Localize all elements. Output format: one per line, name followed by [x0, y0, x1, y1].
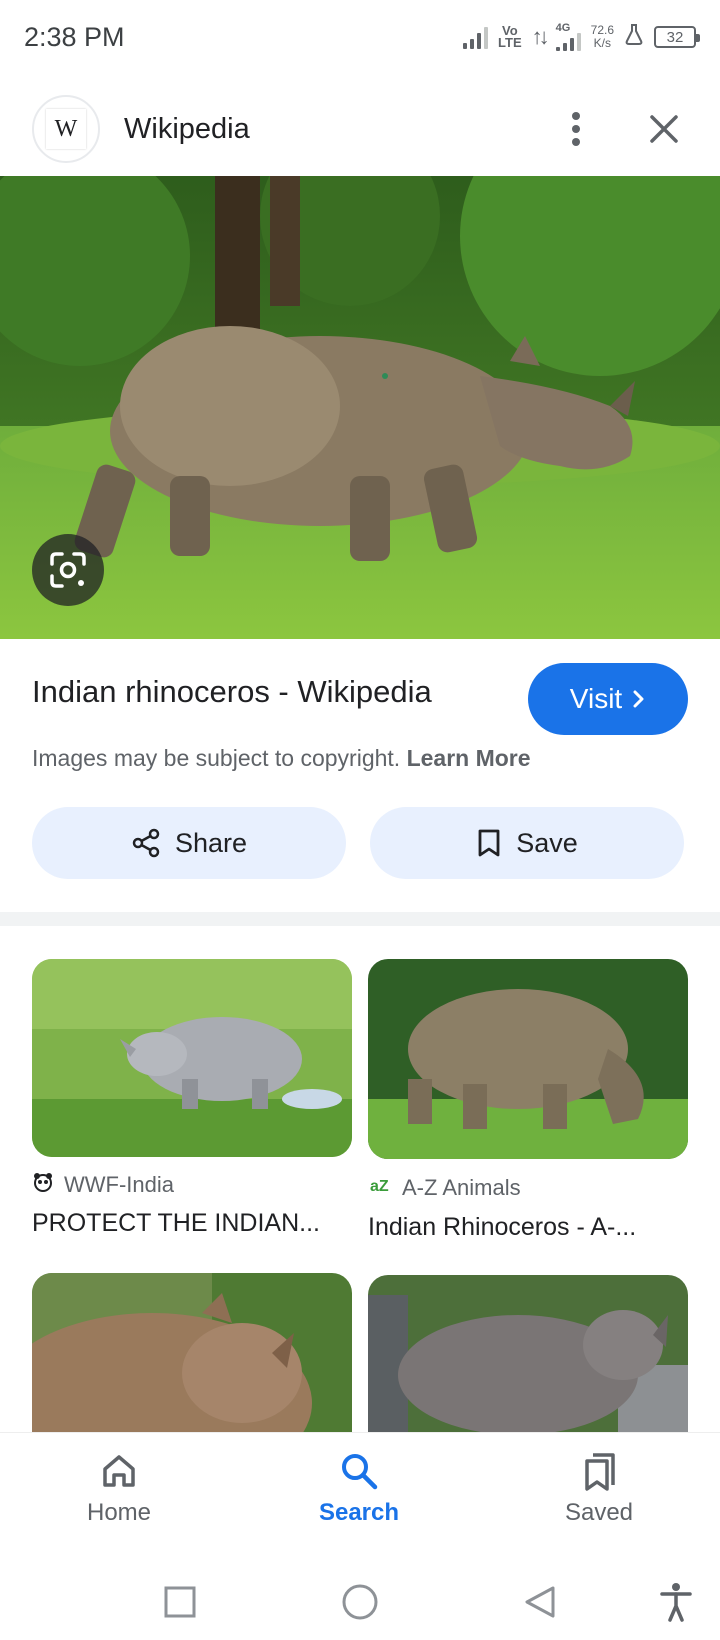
back-triangle-icon: [525, 1586, 555, 1618]
square-icon: [164, 1586, 196, 1618]
lens-icon: [50, 552, 86, 588]
home-system-button[interactable]: [336, 1578, 384, 1626]
related-title[interactable]: Indian Rhinoceros - A-...: [368, 1213, 668, 1242]
volte-line2: LTE: [498, 35, 522, 50]
related-card[interactable]: [368, 1275, 688, 1433]
bottom-navigation: Home Search Saved: [0, 1432, 720, 1564]
copyright-text: Images may be subject to copyright.: [32, 745, 401, 771]
accessibility-button[interactable]: [652, 1578, 700, 1626]
result-header: W Wikipedia: [0, 84, 720, 174]
data-transfer-icon: ↑↓: [531, 24, 550, 49]
search-icon: [342, 1454, 378, 1490]
signal-4g-icon: 4G: [555, 22, 581, 51]
learn-more-link[interactable]: Learn More: [407, 745, 531, 771]
share-icon: [132, 828, 160, 858]
battery-level: 32: [666, 28, 684, 46]
nav-saved-label: Saved: [564, 1499, 634, 1526]
az-animals-icon: aZ: [368, 1173, 392, 1203]
related-card[interactable]: aZ A-Z Animals Indian Rhinoceros - A-...: [368, 959, 688, 1242]
related-source-name: A-Z Animals: [402, 1175, 521, 1200]
volte-icon: Vo LTE: [498, 24, 522, 50]
nav-search-label: Search: [318, 1499, 400, 1526]
nav-saved[interactable]: Saved: [519, 1451, 679, 1527]
result-title[interactable]: Indian rhinoceros - Wikipedia: [32, 674, 432, 710]
nav-home-label: Home: [86, 1499, 152, 1526]
nav-search[interactable]: Search: [279, 1451, 439, 1527]
battery-icon: 32: [654, 26, 700, 48]
wikipedia-icon: W: [46, 109, 86, 149]
status-icons: Vo LTE ↑↓ 4G 72.6 K/s 32: [463, 22, 700, 51]
share-button[interactable]: Share: [32, 807, 346, 879]
more-vert-icon: [572, 112, 580, 146]
site-favicon: W: [32, 95, 100, 163]
related-card[interactable]: [32, 1273, 352, 1433]
status-bar: 2:38 PM Vo LTE ↑↓ 4G 72.6 K/s 32: [0, 0, 720, 74]
related-title[interactable]: PROTECT THE INDIAN...: [32, 1209, 332, 1238]
related-card[interactable]: WWF-India PROTECT THE INDIAN...: [32, 959, 352, 1238]
related-source: WWF-India: [32, 1171, 352, 1199]
nav-home[interactable]: Home: [39, 1451, 199, 1527]
save-label: Save: [516, 827, 578, 858]
recent-apps-button[interactable]: [156, 1578, 204, 1626]
speed-unit: K/s: [593, 36, 611, 50]
related-source: aZ A-Z Animals: [368, 1173, 688, 1203]
visit-label: Visit: [569, 683, 623, 714]
chevron-right-icon: [633, 690, 644, 708]
related-image[interactable]: [32, 959, 352, 1157]
signal-icon: [463, 25, 489, 49]
close-icon: [650, 115, 678, 143]
network-type: 4G: [555, 22, 571, 34]
back-button[interactable]: [516, 1578, 564, 1626]
google-lens-button[interactable]: [32, 534, 104, 606]
bookmark-icon: [478, 829, 500, 857]
site-name: Wikipedia: [124, 112, 250, 145]
flask-icon: [624, 23, 644, 51]
hero-image[interactable]: [0, 176, 720, 639]
close-button[interactable]: [640, 105, 688, 153]
related-source-name: WWF-India: [64, 1172, 174, 1197]
circle-icon: [342, 1584, 378, 1620]
save-button[interactable]: Save: [370, 807, 684, 879]
home-icon: [103, 1455, 135, 1487]
more-options-button[interactable]: [552, 105, 600, 153]
status-time: 2:38 PM: [24, 21, 125, 52]
copyright-notice: Images may be subject to copyright. Lear…: [32, 745, 531, 772]
saved-collections-icon: [585, 1453, 615, 1491]
visit-button[interactable]: Visit: [528, 663, 688, 735]
network-speed: 72.6 K/s: [591, 24, 614, 50]
system-navigation: [0, 1564, 720, 1640]
share-label: Share: [174, 827, 248, 858]
svg-text:aZ: aZ: [370, 1178, 389, 1195]
section-divider: [0, 912, 720, 926]
accessibility-icon: [660, 1583, 692, 1622]
related-image[interactable]: [368, 959, 688, 1159]
related-image[interactable]: [368, 1275, 688, 1433]
panda-icon: [32, 1171, 54, 1199]
related-image[interactable]: [32, 1273, 352, 1433]
